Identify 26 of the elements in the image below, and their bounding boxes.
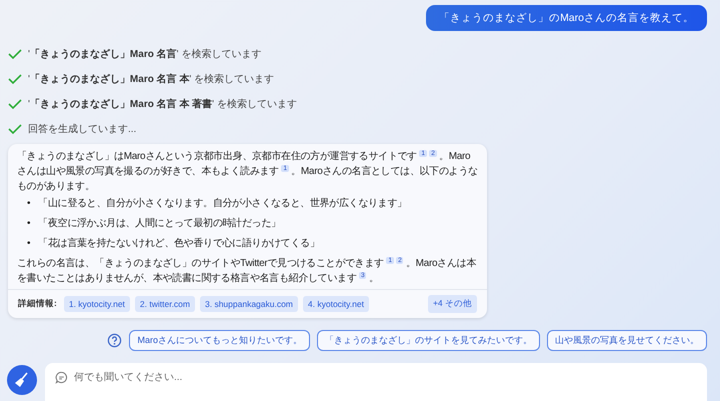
more-sources-link[interactable]: +4 その他 xyxy=(428,295,477,313)
source-link[interactable]: 4. kyotocity.net xyxy=(302,296,369,312)
suggestion-chip[interactable]: 山や風景の写真を見せてください。 xyxy=(547,330,707,351)
help-icon xyxy=(107,333,122,348)
source-link[interactable]: 1. kyotocity.net xyxy=(64,296,130,312)
search-status: '「きょうのまなざし」Maro 名言 本' を検索しています xyxy=(28,72,274,86)
answer-paragraph: 「きょうのまなざし」はMaroさんという京都市出身、京都市在住の方が運営するサイトです $^{1}$ $^{2}$ 。Maroさんは山や風景の写真を撮るのが好きで、本もよく読みます $^{1}$ 。Maroさんの名言としては、以下のようなものがあります。 xyxy=(17,149,479,194)
search-status: 回答を生成しています... xyxy=(28,122,136,136)
broom-icon[interactable] xyxy=(7,365,37,395)
suggestion-chip[interactable]: 「きょうのまなざし」のサイトを見てみたいです。 xyxy=(317,330,540,351)
quote-item: 「夜空に浮かぶ月は、人間にとって最初の時計だった」 xyxy=(38,216,281,231)
source-link[interactable]: 2. twitter.com xyxy=(134,296,195,312)
chat-input-field[interactable]: 何でも聞いてください... xyxy=(45,363,707,401)
user-message: 「きょうのまなざし」のMaroさんの名言を教えて。 xyxy=(426,5,707,31)
quote-item: 「花は言葉を持たないけれど、色や香りで心に語りかけてくる」 xyxy=(38,236,320,251)
source-link[interactable]: 3. shuppankagaku.com xyxy=(200,296,298,312)
search-status: '「きょうのまなざし」Maro 名言 本 著書' を検索しています xyxy=(28,97,297,110)
bullet-marker: • xyxy=(27,217,30,231)
suggestion-chip[interactable]: Maroさんについてもっと知りたいです。 xyxy=(129,330,310,351)
sources-label: 詳細情報: xyxy=(18,298,57,310)
answer-paragraph: これらの名言は、「きょうのまなざし」のサイトやTwitterで見つけることができます $^{1}$ $^{2}$ 。Maroさんは本を書いたことはありませんが、本や読書に関する格言や名言も紹介しています $^{3}$ 。 xyxy=(17,256,478,286)
bullet-marker: • xyxy=(27,197,30,211)
search-status: '「きょうのまなざし」Maro 名言' を検索しています xyxy=(28,47,262,60)
chat-bubble-icon xyxy=(55,371,68,384)
bullet-marker: • xyxy=(27,237,30,251)
quote-item: 「山に登ると、自分が小さくなります。自分が小さくなると、世界が広くなります」 xyxy=(38,196,407,211)
